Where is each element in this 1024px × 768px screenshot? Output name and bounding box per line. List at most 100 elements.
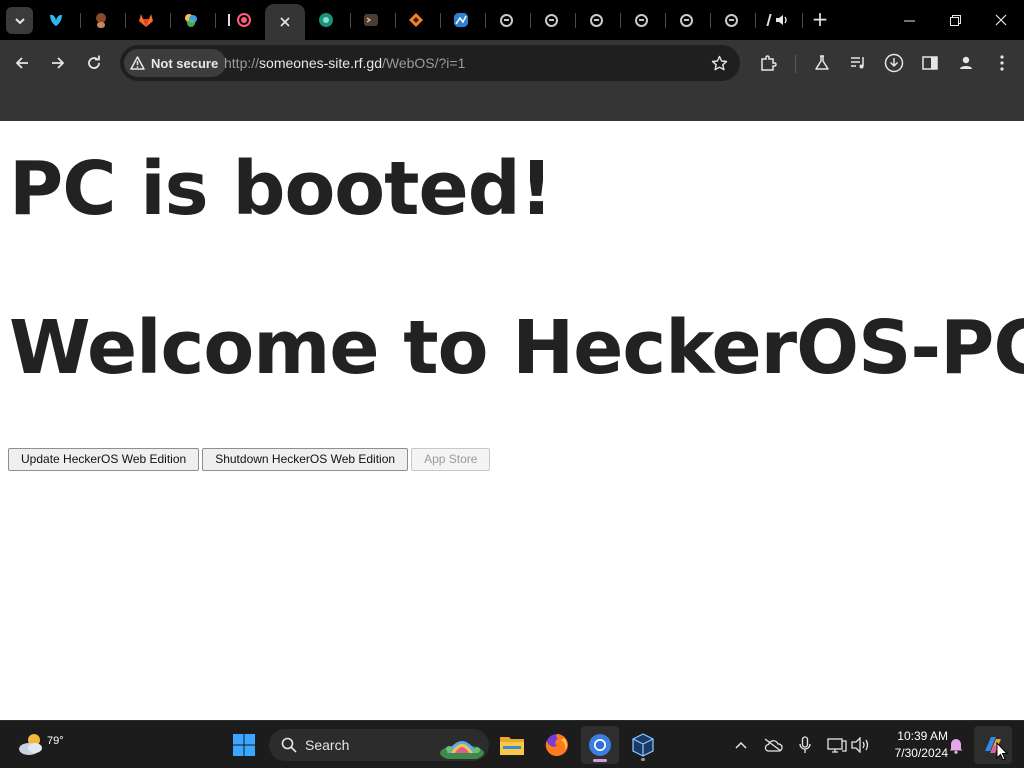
windows-logo-icon xyxy=(233,734,255,756)
app-icon-orange-diamond xyxy=(409,13,423,27)
tab[interactable] xyxy=(580,0,612,40)
app-icon-multicolor xyxy=(185,14,197,27)
restore-button[interactable] xyxy=(932,0,978,40)
tab[interactable] xyxy=(490,0,522,40)
tab[interactable] xyxy=(175,0,207,40)
page-heading-welcome: Welcome to HeckerOS-PC. xyxy=(9,305,1024,391)
tab[interactable] xyxy=(625,0,657,40)
security-indicator[interactable]: Not secure xyxy=(124,49,227,77)
app-icon-terminal xyxy=(364,14,378,26)
file-explorer-button[interactable] xyxy=(493,726,531,764)
tab[interactable] xyxy=(40,0,72,40)
cloud-offline-icon xyxy=(764,738,783,752)
network-icon xyxy=(827,738,847,753)
browser-toolbar: Not secure http://someones-site.rf.gd/We… xyxy=(0,40,1024,86)
tab[interactable] xyxy=(445,0,477,40)
star-icon xyxy=(711,55,727,70)
download-icon xyxy=(884,53,904,73)
start-button[interactable] xyxy=(225,726,263,764)
app-icon-teal-circle xyxy=(319,13,333,27)
virtualbox-icon xyxy=(632,733,654,757)
globe-icon xyxy=(544,13,558,27)
record-icon xyxy=(237,13,251,27)
tab[interactable] xyxy=(400,0,432,40)
side-panel-button[interactable] xyxy=(917,50,943,76)
tab[interactable] xyxy=(670,0,702,40)
folder-icon xyxy=(500,737,524,755)
tab-active[interactable] xyxy=(265,4,305,40)
notifications-button[interactable] xyxy=(944,733,968,757)
globe-icon xyxy=(589,13,603,27)
tab[interactable] xyxy=(355,0,387,40)
profile-button[interactable] xyxy=(953,50,979,76)
firefox-button[interactable] xyxy=(538,726,576,764)
page-button-row: Update HeckerOS Web Edition Shutdown Hec… xyxy=(8,448,491,471)
network-button[interactable] xyxy=(825,733,849,757)
partly-cloudy-icon xyxy=(19,734,42,755)
security-label: Not secure xyxy=(151,55,219,71)
chevron-up-icon xyxy=(735,741,747,749)
onedrive-button[interactable] xyxy=(761,733,785,757)
bookmark-star-button[interactable] xyxy=(708,52,730,74)
downloads-button[interactable] xyxy=(881,50,907,76)
extensions-button[interactable] xyxy=(755,50,781,76)
audio-playing-icon[interactable] xyxy=(775,13,789,27)
chrome-button[interactable] xyxy=(581,726,619,764)
reload-button[interactable] xyxy=(79,48,109,78)
warning-icon xyxy=(130,56,145,70)
app-store-button[interactable]: App Store xyxy=(411,448,491,471)
update-os-button[interactable]: Update HeckerOS Web Edition xyxy=(8,448,200,471)
tab-search-button[interactable] xyxy=(6,7,33,34)
puzzle-icon xyxy=(761,55,777,71)
virtualbox-button[interactable] xyxy=(624,726,662,764)
app-icon-brown-avatar xyxy=(96,13,106,28)
side-panel-icon xyxy=(922,56,938,70)
volume-button[interactable] xyxy=(849,733,873,757)
weather-widget[interactable]: 79° xyxy=(16,729,64,761)
tab[interactable] xyxy=(222,0,258,40)
minimize-button[interactable] xyxy=(886,0,932,40)
labs-button[interactable] xyxy=(809,50,835,76)
menu-button[interactable] xyxy=(989,50,1015,76)
back-button[interactable] xyxy=(7,48,37,78)
search-highlight-icon xyxy=(440,741,484,759)
tab[interactable] xyxy=(310,0,342,40)
forward-button[interactable] xyxy=(43,48,73,78)
close-icon[interactable] xyxy=(279,16,291,28)
tab[interactable] xyxy=(535,0,567,40)
flask-icon xyxy=(815,55,829,70)
tab-title-fragment xyxy=(765,14,772,26)
more-vertical-icon xyxy=(1000,55,1004,71)
url-text[interactable]: http://someones-site.rf.gd/WebOS/?i=1 xyxy=(224,45,465,81)
arrow-left-icon xyxy=(15,57,28,69)
url-scheme: http:// xyxy=(224,55,260,71)
taskbar-search[interactable]: Search xyxy=(269,729,489,761)
globe-icon xyxy=(634,13,648,27)
show-hidden-icons-button[interactable] xyxy=(729,733,753,757)
page-heading-booted: PC is booted! xyxy=(9,146,553,232)
speaker-icon xyxy=(851,737,869,753)
running-app-indicator xyxy=(641,758,645,761)
tab[interactable] xyxy=(760,0,796,40)
reload-icon xyxy=(88,55,100,69)
arrow-right-icon xyxy=(52,57,65,69)
music-queue-icon xyxy=(851,57,864,69)
address-bar[interactable]: Not secure http://someones-site.rf.gd/We… xyxy=(120,45,740,81)
tab[interactable] xyxy=(130,0,162,40)
app-icon-blue-butterfly xyxy=(50,14,62,26)
profile-icon xyxy=(960,56,972,69)
tab[interactable] xyxy=(715,0,747,40)
close-window-button[interactable] xyxy=(978,0,1024,40)
shutdown-os-button[interactable]: Shutdown HeckerOS Web Edition xyxy=(202,448,409,471)
clock-date: 7/30/2024 xyxy=(894,746,948,760)
tab-strip: + xyxy=(0,0,1024,40)
tab[interactable] xyxy=(85,0,117,40)
url-host: someones-site.rf.gd xyxy=(259,55,382,71)
new-tab-button[interactable]: + xyxy=(808,8,832,32)
firefox-icon xyxy=(545,734,568,756)
system-clock[interactable]: 10:39 AM 7/30/2024 xyxy=(878,728,948,762)
close-icon xyxy=(995,14,1007,26)
microphone-button[interactable] xyxy=(793,733,817,757)
media-controls-button[interactable] xyxy=(845,50,871,76)
minimize-icon xyxy=(903,20,915,21)
